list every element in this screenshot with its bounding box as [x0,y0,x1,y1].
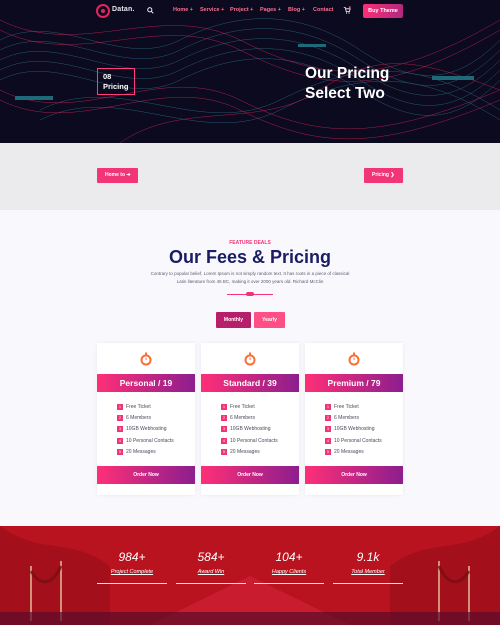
nav-pages[interactable]: Pages + [260,7,281,13]
pricing-card-personal: Personal / 19 1 Free Ticket 26 Members 31… [97,343,195,495]
page-number: 08 [103,72,112,81]
nav-project[interactable]: Project + [230,7,253,13]
logo-text[interactable]: Datan. [112,6,135,13]
section-description: Contrary to popular belief, Lorem Ipsum … [150,271,350,284]
cart-icon[interactable] [343,6,351,14]
feature-bullet: 4 [221,437,227,444]
order-now-button[interactable]: Order Now [305,466,403,484]
section-title: Our Fees & Pricing [168,247,332,267]
feature-item: 26 Members [221,415,278,426]
feature-item: 3 10GB Webhosting [221,426,278,437]
feature-bullet: 2 [117,415,123,422]
nav-blog[interactable]: Blog + [288,7,305,13]
hero-title: Our Pricing Select Two [305,65,390,102]
stat-value: 984+ [118,550,146,564]
top-navigation: Datan. Home + Service + Project + Pages … [0,0,500,22]
stat-label: Happy Clients [271,569,307,575]
stat-label: Award Win [197,569,225,575]
feature-bullet: 5 [325,448,331,455]
order-now-button[interactable]: Order Now [201,466,299,484]
pricing-card-premium: Premium / 79 1 Free Ticket 26 Members 3 10… [305,343,403,495]
feature-bullet: 1 [117,404,123,410]
stat-value: 584+ [197,550,225,564]
breadcrumb-home[interactable]: Home to ➜ [97,168,138,183]
feature-bullet: 5 [221,448,227,455]
title-divider-dot [246,292,254,296]
toggle-monthly[interactable]: Monthly [216,312,251,328]
feature-item: 4 10 Personal Contacts [117,437,174,449]
stat-label: Project Complete [110,569,154,575]
stat-underline [333,583,403,584]
feature-item: 1 Free Ticket [221,404,278,415]
feature-item: 5 20 Messages [221,448,278,460]
feature-item: 4 10 Personal Contacts [221,437,278,449]
stat-underline [176,583,246,584]
hero-banner: Datan. Home + Service + Project + Pages … [0,0,500,143]
plan-name: Personal / 19 [97,374,195,392]
nav-contact[interactable]: Contact [313,7,333,13]
toggle-yearly[interactable]: Yearly [254,312,285,328]
section-tagline: FEATURE DEALS [229,240,271,246]
feature-bullet: 2 [221,415,227,422]
feature-bullet: 3 [325,426,331,433]
order-now-button[interactable]: Order Now [97,466,195,484]
feature-list: 1 Free Ticket 26 Members 3 10GB Webhosting… [221,404,278,460]
stopwatch-icon [348,352,360,366]
breadcrumb-current: Pricing ❯ [364,168,403,183]
search-icon[interactable] [147,7,154,14]
arrow-icon: ➜ [126,172,131,178]
feature-bullet: 5 [117,448,123,455]
nav-home[interactable]: Home + [173,7,193,13]
breadcrumb-band [0,143,500,210]
feature-item: 1 Free Ticket [117,404,174,415]
stats-band [0,526,500,625]
buy-theme-button[interactable]: Buy Theme [363,4,403,18]
feature-bullet: 3 [117,426,123,433]
feature-item: 1 Free Ticket [325,404,382,415]
stopwatch-icon [244,352,256,366]
stat-value: 104+ [275,550,303,564]
feature-bullet: 4 [325,437,331,444]
feature-bullet: 1 [221,404,227,410]
feature-item: 4 10 Personal Contacts [325,437,382,449]
feature-item: 3 10GB Webhosting [325,426,382,437]
chevron-icon: ❯ [390,172,395,178]
feature-item: 3 10GB Webhosting [117,426,174,437]
feature-item: 5 20 Messages [117,448,174,460]
page-number-box: 08 Pricing [97,68,135,95]
feature-item: 26 Members [117,415,174,426]
feature-bullet: 2 [325,415,331,422]
feature-item: 5 20 Messages [325,448,382,460]
stat-label: Total Member [351,569,385,575]
logo-icon[interactable] [96,4,110,18]
feature-bullet: 4 [117,437,123,444]
stat-underline [97,583,167,584]
feature-bullet: 1 [325,404,331,410]
nav-service[interactable]: Service + [200,7,224,13]
feature-list: 1 Free Ticket 26 Members 3 10GB Webhosting… [117,404,174,460]
plan-name: Premium / 79 [305,374,403,392]
feature-list: 1 Free Ticket 26 Members 3 10GB Webhosting… [325,404,382,460]
pricing-card-standard: Standard / 39 1 Free Ticket 26 Members 31… [201,343,299,495]
stats-background-illustration [0,526,500,625]
stat-underline [254,583,324,584]
stopwatch-icon [140,352,152,366]
feature-item: 26 Members [325,415,382,426]
plan-name: Standard / 39 [201,374,299,392]
feature-bullet: 3 [221,426,227,433]
stat-value: 9.1k [356,550,380,564]
page-number-label: Pricing [103,82,129,91]
